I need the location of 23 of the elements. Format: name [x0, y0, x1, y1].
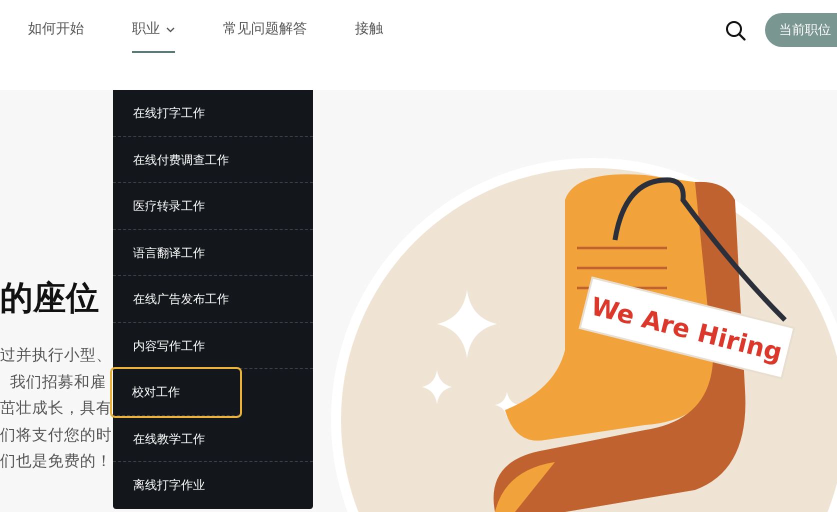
dropdown-item[interactable]: 在线打字工作 [113, 90, 313, 136]
search-icon[interactable] [725, 20, 746, 40]
nav-link[interactable]: 常见问题解答 [223, 19, 307, 53]
dropdown-item[interactable]: 校对工作 [112, 369, 240, 416]
dropdown-item[interactable]: 在线广告发布工作 [113, 276, 313, 322]
nav-link[interactable]: 接触 [355, 19, 383, 53]
paragraph-line: 们将支付您的时 [0, 424, 112, 446]
nav-link[interactable]: 如何开始 [28, 19, 84, 53]
hiring-sign: We Are Hiring [578, 276, 796, 380]
dropdown-item[interactable]: 在线教学工作 [113, 416, 313, 462]
hero-heading: 的座位 [0, 277, 99, 319]
dropdown-item[interactable]: 语言翻译工作 [113, 230, 313, 276]
paragraph-line: 们也是免费的！ [0, 451, 112, 472]
sparkle-icon [422, 370, 452, 404]
sparkle-icon [437, 290, 497, 358]
dropdown-item[interactable]: 在线付费调查工作 [113, 136, 313, 183]
paragraph-line: 过并执行小型、 [0, 345, 112, 366]
dropdown-item[interactable]: 离线打字作业 [113, 462, 313, 508]
paragraph-line: 茁壮成长，具有 [0, 398, 112, 419]
dropdown-item[interactable]: 内容写作工作 [113, 322, 313, 369]
dropdown-item[interactable]: 医疗转录工作 [113, 183, 313, 230]
paragraph-line: 我们招募和雇 [8, 372, 107, 392]
nav-link[interactable]: 职业 [132, 19, 175, 53]
